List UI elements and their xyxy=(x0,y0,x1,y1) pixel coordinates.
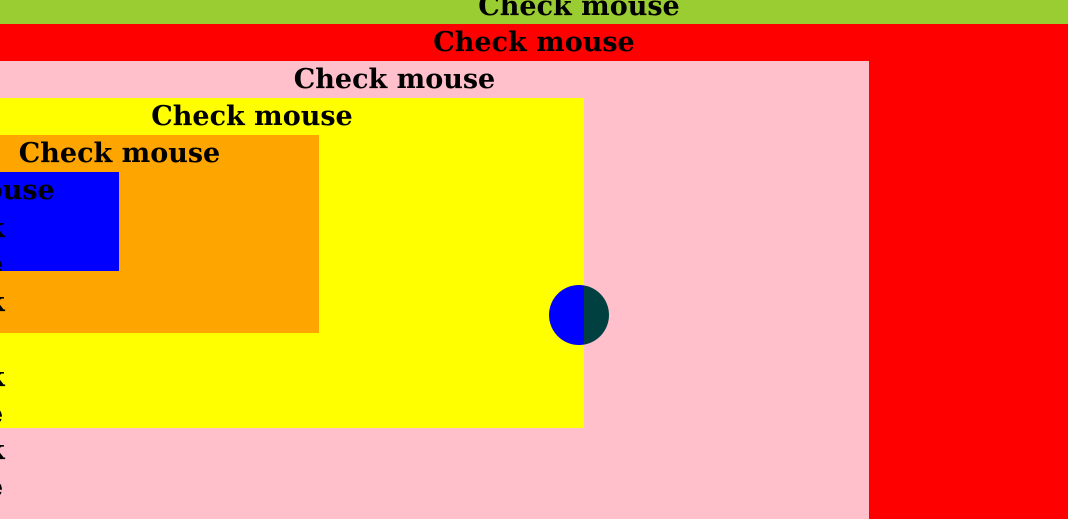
green-layer-label: Check mouse xyxy=(478,0,680,22)
blue-layer[interactable]: k mouse k e xyxy=(0,172,119,271)
blue-fragment-e: e xyxy=(0,247,3,271)
yellow-fragment-e: e xyxy=(0,397,3,428)
pink-fragment-k: k xyxy=(0,433,5,469)
orange-layer-label: Check mouse xyxy=(18,138,221,169)
orange-fragment-k: k xyxy=(0,285,5,321)
blue-fragment-k: k xyxy=(0,211,5,247)
blue-layer-label: k mouse xyxy=(0,175,55,206)
cursor-left-half xyxy=(549,285,584,345)
red-layer-label: Check mouse xyxy=(433,27,635,58)
green-layer[interactable]: Check mouse xyxy=(0,0,1068,24)
yellow-fragment-k: k xyxy=(0,360,5,396)
yellow-layer-label: Check mouse xyxy=(151,101,353,132)
orange-fragment-e: e xyxy=(0,322,3,333)
mouse-cursor-indicator xyxy=(549,285,609,345)
pink-fragment-e: e xyxy=(0,470,3,506)
pink-layer-label: Check mouse xyxy=(293,64,496,95)
cursor-right-half xyxy=(584,285,609,345)
